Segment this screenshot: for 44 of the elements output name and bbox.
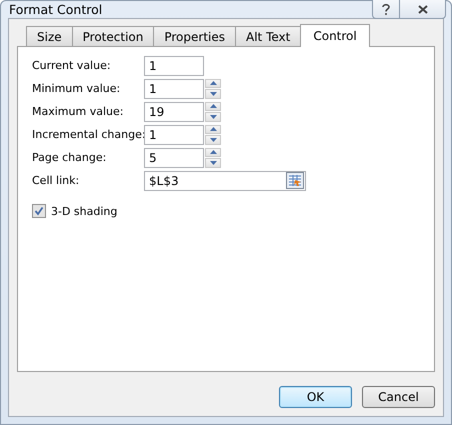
field-label: Incremental change: xyxy=(32,128,144,141)
down-arrow-icon xyxy=(210,92,216,96)
help-button[interactable] xyxy=(372,0,400,19)
up-arrow-icon xyxy=(210,104,216,108)
spin-down-button[interactable] xyxy=(205,158,221,168)
range-picker-icon[interactable] xyxy=(286,172,304,189)
down-arrow-icon xyxy=(210,114,216,119)
spin-up-button[interactable] xyxy=(205,78,221,88)
value-field[interactable]: 1 xyxy=(144,56,204,76)
up-arrow-icon xyxy=(210,127,216,132)
dialog-button[interactable]: Cancel xyxy=(362,386,435,408)
field-label: Maximum value: xyxy=(32,105,124,118)
tab[interactable]: Protection xyxy=(72,26,154,46)
up-arrow-icon xyxy=(210,81,216,86)
spin-up-button[interactable] xyxy=(205,124,221,134)
up-arrow-icon xyxy=(210,150,216,154)
help-icon xyxy=(382,4,390,14)
cell-reference: $L$3 xyxy=(149,174,179,188)
field-label: Page change: xyxy=(32,151,108,164)
spin-down-button[interactable] xyxy=(205,135,221,144)
tab[interactable]: Control xyxy=(300,24,370,47)
spin-up-button[interactable] xyxy=(205,102,221,111)
tab[interactable]: Properties xyxy=(153,26,236,46)
spin-up-button[interactable] xyxy=(205,148,221,157)
field-label: Minimum value: xyxy=(32,82,122,95)
value-field[interactable]: 1 xyxy=(144,78,204,98)
close-button[interactable] xyxy=(400,0,446,19)
dialog-button[interactable]: OK xyxy=(279,386,352,408)
value-field[interactable]: 19 xyxy=(144,102,204,122)
down-arrow-icon xyxy=(210,138,216,142)
tab[interactable]: Alt Text xyxy=(235,26,302,46)
value-field[interactable]: 5 xyxy=(144,148,204,168)
value-field[interactable]: 1 xyxy=(144,124,204,144)
field-label: Current value: xyxy=(32,59,112,72)
tab[interactable]: Size xyxy=(26,26,73,46)
checkbox[interactable] xyxy=(32,204,46,218)
spin-down-button[interactable] xyxy=(205,112,221,122)
cell-link-field[interactable]: $L$3 xyxy=(144,170,306,190)
window-title: Format Control xyxy=(8,2,102,17)
checkbox-label: 3-D shading xyxy=(51,204,118,218)
spin-down-button[interactable] xyxy=(205,89,221,98)
field-label: Cell link: xyxy=(32,174,80,187)
down-arrow-icon xyxy=(210,160,216,165)
close-icon xyxy=(418,4,428,14)
